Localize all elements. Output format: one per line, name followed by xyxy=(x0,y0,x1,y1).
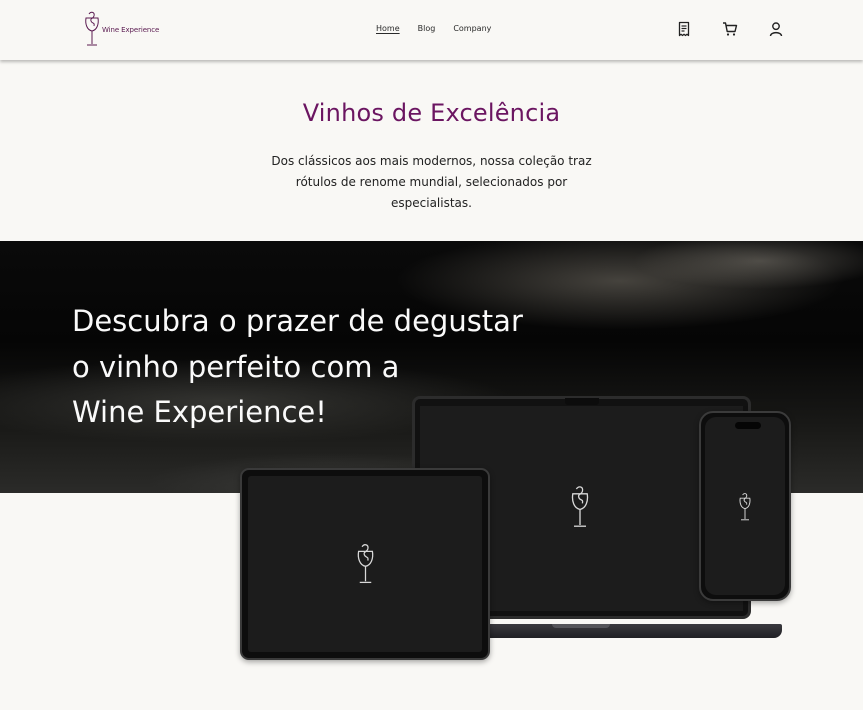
hero-title-line: o vinho perfeito com a xyxy=(72,349,400,384)
wine-glass-icon xyxy=(739,493,751,521)
wine-glass-logo-icon xyxy=(85,11,99,46)
wine-glass-icon xyxy=(571,486,589,527)
receipt-icon[interactable] xyxy=(676,21,692,37)
hero-title-line: Descubra o prazer de degustar xyxy=(72,304,523,338)
main-nav: Home Blog Company xyxy=(376,24,491,33)
brand-logo[interactable]: Wine Experience xyxy=(82,9,159,49)
brand-name: Wine Experience xyxy=(102,26,160,34)
section-description: Dos clássicos aos mais modernos, nossa c… xyxy=(271,154,592,210)
hero-title-line: Wine Experience! xyxy=(72,395,327,429)
user-icon[interactable] xyxy=(768,21,784,37)
navbar: Wine Experience Home Blog Company xyxy=(0,0,863,60)
section-title: Vinhos de Excelência xyxy=(302,99,561,127)
nav-link-blog[interactable]: Blog xyxy=(418,24,436,33)
wine-glass-icon xyxy=(357,544,374,584)
nav-link-home[interactable]: Home xyxy=(376,24,400,33)
nav-link-company[interactable]: Company xyxy=(453,24,491,33)
phone-island xyxy=(735,422,761,429)
laptop-notch xyxy=(565,398,599,405)
laptop-groove xyxy=(552,624,610,628)
cart-icon[interactable] xyxy=(722,21,738,37)
